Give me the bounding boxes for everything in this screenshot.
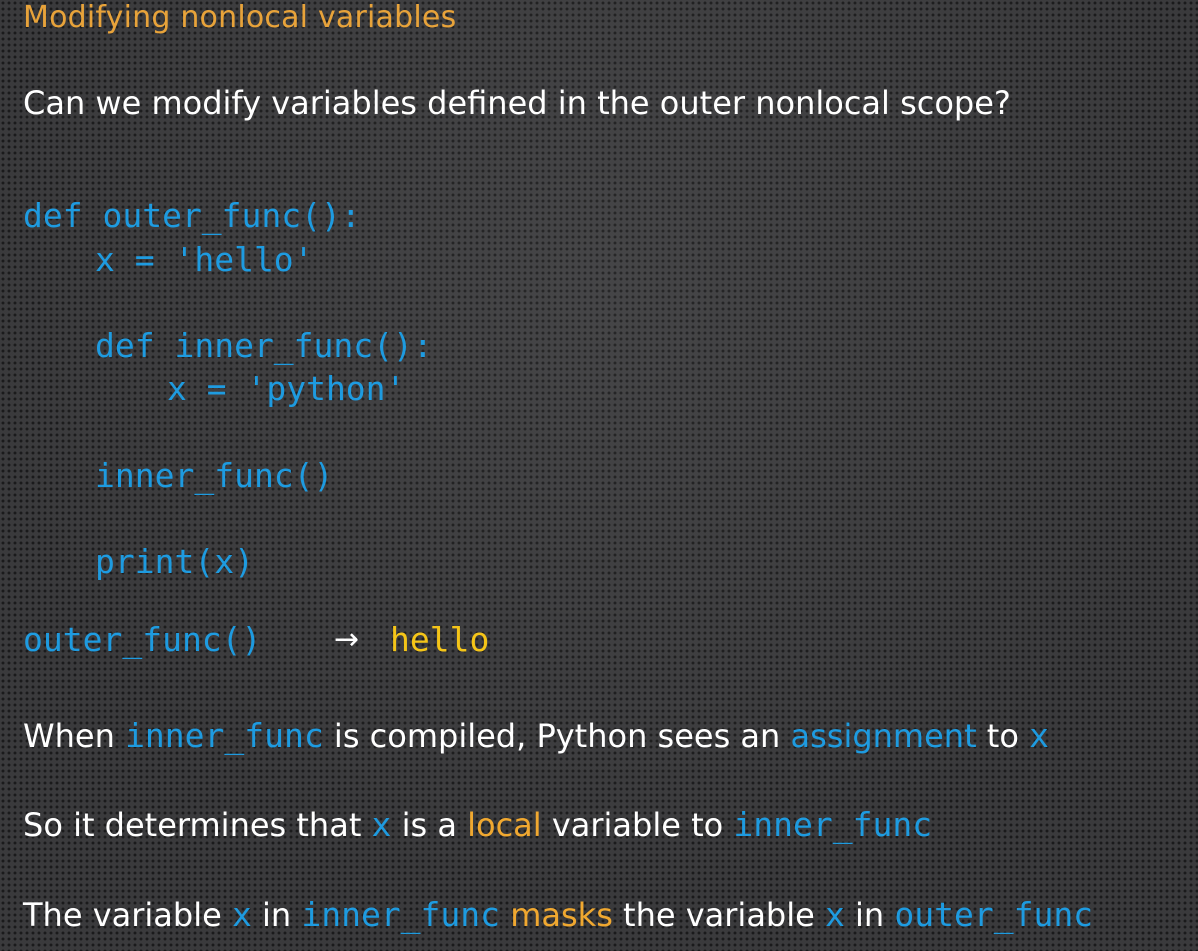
- highlight-local: local: [467, 806, 542, 844]
- slide-title: Modifying nonlocal variables: [23, 0, 457, 35]
- code-line-call-inner: inner_func(): [95, 456, 334, 495]
- code-line-def-outer: def outer_func():: [23, 196, 361, 235]
- code-inline: inner_func: [125, 716, 324, 755]
- text-segment: to: [976, 717, 1030, 755]
- explanation-line-3: The variable x in inner_func masks the v…: [23, 895, 1093, 934]
- code-output: hello: [390, 620, 490, 659]
- code-inline: x: [231, 895, 252, 934]
- text-segment: in: [251, 896, 302, 934]
- arrow-right-icon: →: [334, 622, 360, 657]
- code-inline: x: [371, 805, 392, 844]
- code-inline: outer_func: [894, 895, 1094, 934]
- code-line-print: print(x): [95, 542, 254, 581]
- code-line-def-inner: def inner_func():: [95, 326, 433, 365]
- code-inline: inner_func: [733, 805, 933, 844]
- text-segment: is compiled, Python sees an: [323, 717, 791, 755]
- question-text: Can we modify variables defined in the o…: [23, 84, 1011, 122]
- code-line-call-outer: outer_func(): [23, 620, 262, 659]
- explanation-line-2: So it determines that x is a local varia…: [23, 805, 932, 844]
- text-segment: in: [844, 896, 895, 934]
- code-line-assign-hello: x = 'hello': [95, 240, 314, 279]
- highlight-masks: masks: [510, 896, 613, 934]
- text-segment: the variable: [612, 896, 825, 934]
- text-segment: When: [23, 717, 126, 755]
- code-inline: x: [824, 895, 845, 934]
- code-inline: x: [1029, 716, 1049, 755]
- text-segment: So it determines that: [23, 806, 372, 844]
- code-inline: inner_func: [301, 895, 501, 934]
- text-segment: variable to: [541, 806, 734, 844]
- explanation-line-1: When inner_func is compiled, Python sees…: [23, 716, 1049, 755]
- code-line-assign-python: x = 'python': [167, 369, 406, 408]
- text-segment: The variable: [23, 896, 232, 934]
- slide: Modifying nonlocal variables Can we modi…: [0, 0, 1198, 951]
- highlight-assignment: assignment: [790, 717, 977, 755]
- text-segment: [500, 896, 510, 934]
- text-segment: is a: [391, 806, 468, 844]
